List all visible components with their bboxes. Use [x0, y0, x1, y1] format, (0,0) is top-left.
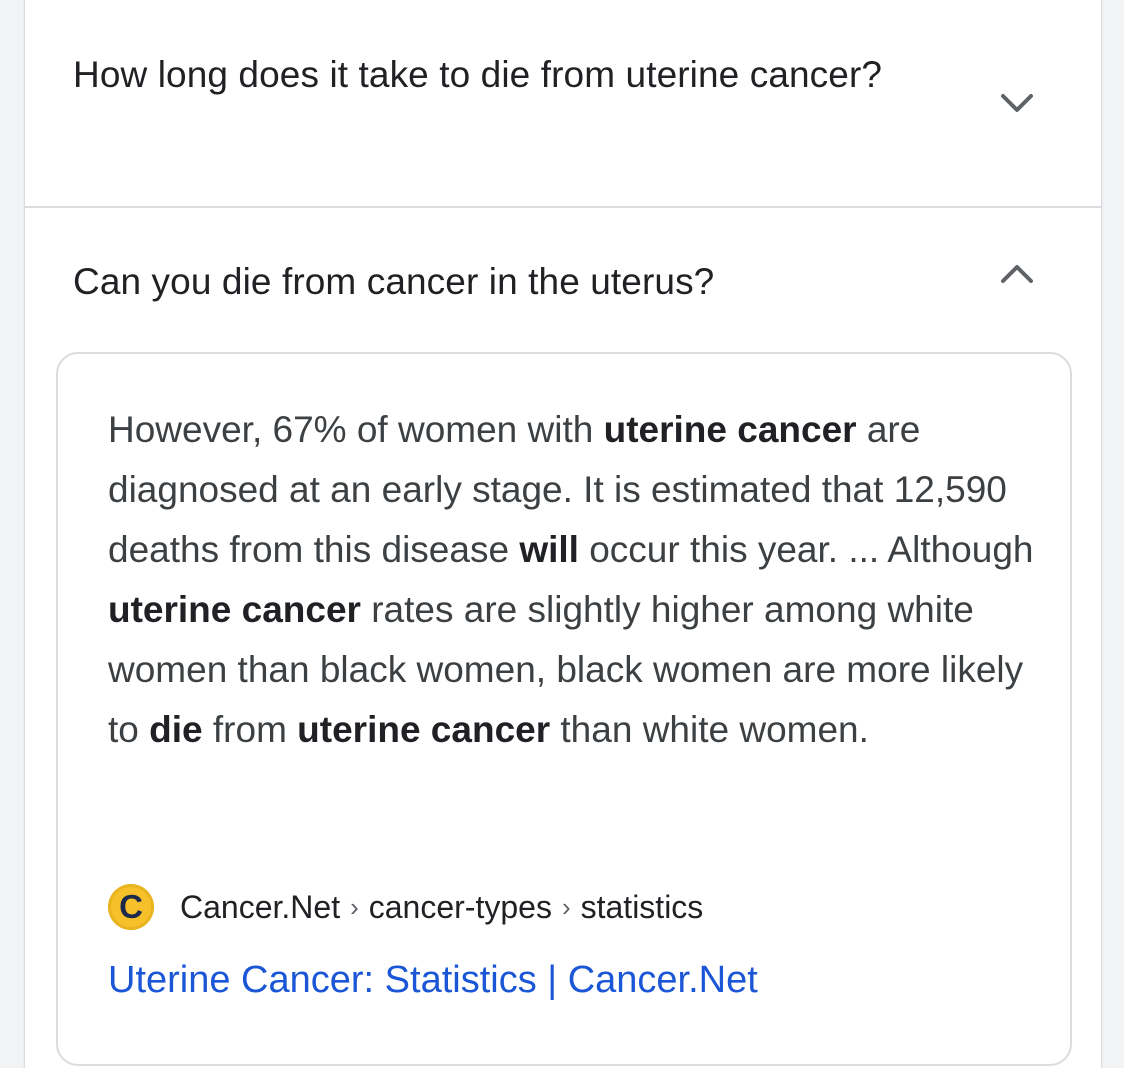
faq-question: Can you die from cancer in the uterus? [73, 261, 715, 302]
breadcrumb-separator: › [350, 891, 359, 922]
snippet-highlight: uterine cancer [108, 589, 361, 630]
snippet-text: from [202, 709, 298, 750]
snippet-text: than white women. [550, 709, 869, 750]
answer-snippet: However, 67% of women with uterine cance… [108, 400, 1038, 760]
result-title-link[interactable]: Uterine Cancer: Statistics | Cancer.Net [108, 952, 758, 1008]
snippet-highlight: die [149, 709, 203, 750]
favicon-letter: C [119, 888, 143, 925]
source-breadcrumb[interactable]: C Cancer.Net › cancer-types › statistics [108, 882, 703, 932]
people-also-ask-panel: How long does it take to die from uterin… [24, 0, 1102, 1068]
source-path-segment: cancer-types [368, 889, 552, 925]
chevron-down-icon[interactable] [993, 79, 1041, 127]
source-site: Cancer.Net [180, 889, 341, 925]
snippet-text: However, 67% of women with [108, 409, 604, 450]
snippet-text: occur this year. ... Although [578, 529, 1034, 570]
faq-item-can-you-die[interactable]: Can you die from cancer in the uterus? [25, 208, 1101, 348]
faq-question: How long does it take to die from uterin… [73, 54, 883, 95]
answer-card: However, 67% of women with uterine cance… [56, 352, 1072, 1066]
snippet-highlight: uterine cancer [603, 409, 857, 450]
source-path-segment: statistics [580, 889, 704, 925]
chevron-up-icon[interactable] [993, 250, 1041, 298]
faq-item-how-long[interactable]: How long does it take to die from uterin… [25, 0, 1101, 208]
snippet-highlight: will [519, 529, 579, 570]
breadcrumb-separator: › [561, 891, 571, 922]
cancer-net-favicon-icon: C [108, 884, 154, 930]
snippet-highlight: uterine cancer [297, 709, 551, 750]
